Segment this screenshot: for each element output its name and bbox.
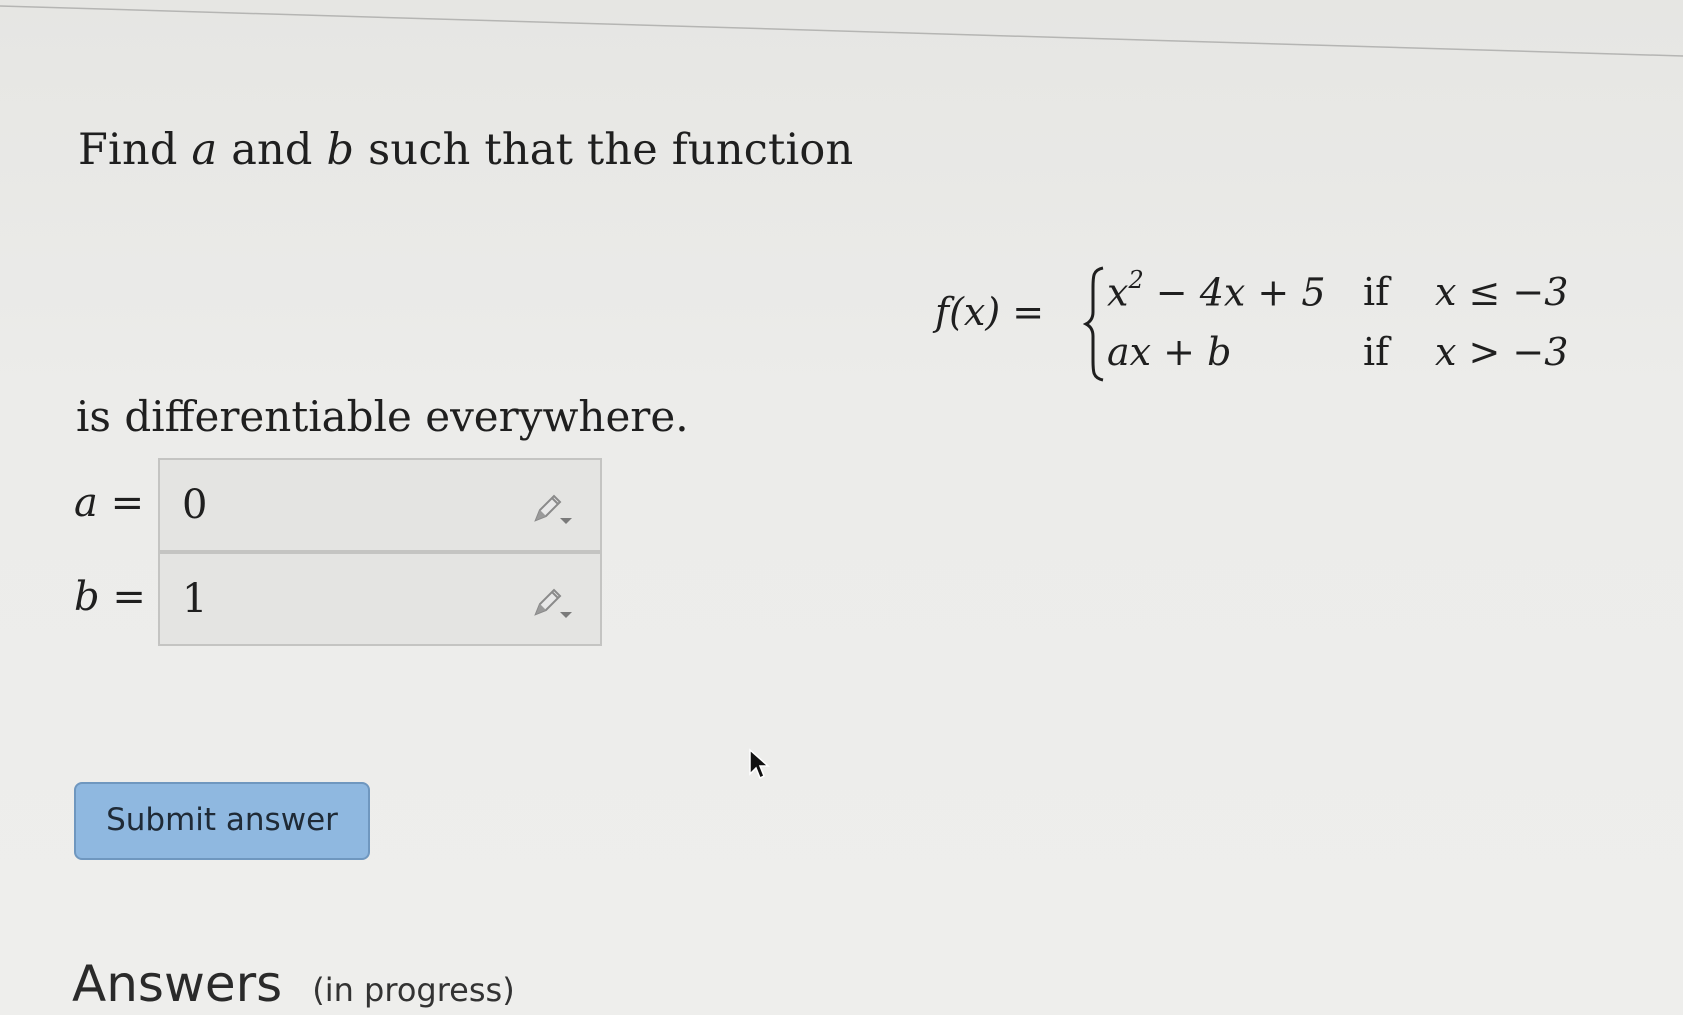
case2-expression: ax + b [1107,330,1232,374]
intro-word: Find [78,125,178,175]
submit-answer-button[interactable]: Submit answer [74,782,370,860]
b-value: 1 [182,576,208,622]
var-a: a [191,125,218,175]
mouse-pointer-icon [748,748,770,782]
top-divider [0,0,1683,60]
case1-rest: − 4x + 5 [1143,270,1326,315]
intro-and: and [231,125,313,175]
var-b: b [326,125,355,175]
answers-status: (in progress) [312,971,515,1009]
problem-conclusion: is differentiable everywhere. [76,392,689,441]
case1-exponent: 2 [1128,266,1144,294]
b-label: b = [74,574,146,620]
left-brace [1082,262,1107,391]
a-value: 0 [182,482,208,528]
problem-statement: Find a and b such that the function [78,125,853,175]
case1-expression: x2 − 4x + 5 [1107,266,1326,315]
answers-section-heading: Answers (in progress) [72,955,515,1013]
answers-title: Answers [72,955,283,1013]
formula-lhs: f(x) = [935,290,1045,334]
intro-rest: such that the function [368,125,854,175]
pencil-dropdown-icon[interactable] [530,492,574,528]
piecewise-formula: f(x) = x2 − 4x + 5 if x ≤ −3 ax + b if x… [935,262,1575,382]
case2-condition: x > −3 [1435,330,1569,374]
a-answer-input[interactable]: 0 [158,458,602,552]
b-answer-input[interactable]: 1 [158,552,602,646]
a-label: a = [74,480,145,526]
case2-if: if [1363,330,1390,374]
pencil-dropdown-icon[interactable] [530,586,574,622]
case1-condition: x ≤ −3 [1435,270,1569,314]
case1-base: x [1107,270,1129,315]
case1-if: if [1363,270,1390,314]
